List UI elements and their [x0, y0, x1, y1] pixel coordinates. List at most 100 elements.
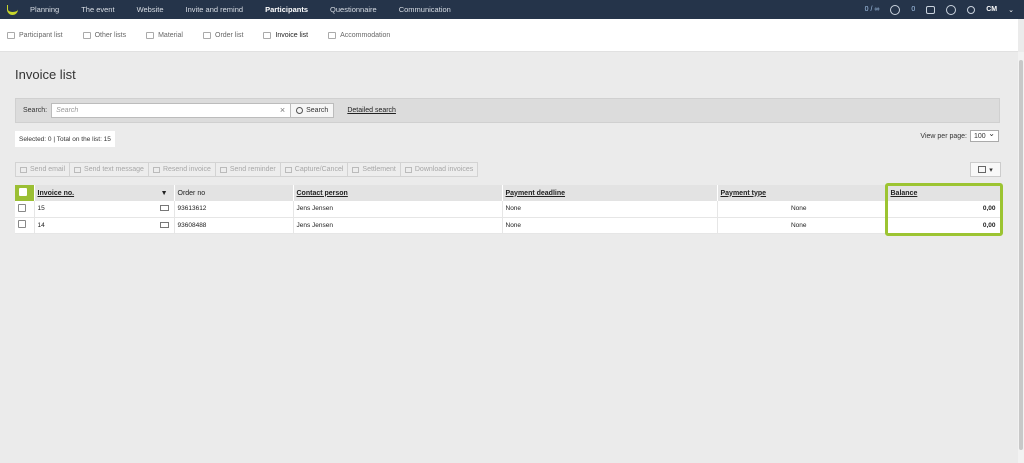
action-label: Send text message	[84, 166, 144, 173]
nav-communication[interactable]: Communication	[399, 5, 451, 14]
nav-website[interactable]: Website	[137, 5, 164, 14]
bed-icon	[328, 31, 337, 39]
subnav-invoice-list[interactable]: Invoice list	[263, 31, 309, 39]
search-icon	[296, 107, 304, 114]
subnav-material[interactable]: Material	[146, 31, 183, 39]
header-payment-type[interactable]: Payment type	[717, 185, 888, 201]
column-chooser-button[interactable]: ▾	[970, 162, 1001, 177]
sub-navigation: Participant list Other lists Material Or…	[0, 19, 1018, 52]
nav-questionnaire[interactable]: Questionnaire	[330, 5, 377, 14]
logo-icon[interactable]	[5, 3, 18, 16]
header-payment-deadline[interactable]: Payment deadline	[502, 185, 718, 201]
chevron-down-icon[interactable]: ⌄	[1008, 6, 1014, 14]
subnav-other-lists[interactable]: Other lists	[82, 31, 127, 39]
action-label: Resend invoice	[162, 166, 211, 173]
users-icon[interactable]	[890, 4, 901, 15]
invoice-no: 15	[37, 205, 45, 213]
message-icon	[74, 166, 82, 173]
search-button[interactable]: Search	[290, 103, 335, 118]
view-per-page: View per page: 100	[920, 129, 999, 142]
balance-highlight	[885, 183, 1003, 236]
document-icon	[152, 166, 160, 173]
action-label: Send email	[30, 166, 66, 173]
subnav-participant-list[interactable]: Participant list	[7, 31, 63, 39]
search-button-label: Search	[306, 107, 329, 114]
payment-type-cell: None	[717, 201, 888, 218]
envelope-icon	[20, 166, 27, 173]
header-order-no: Order no	[174, 185, 294, 201]
list-icon	[82, 31, 91, 39]
envelope-icon[interactable]	[159, 205, 169, 212]
header-invoice-no[interactable]: Invoice no. ▼	[34, 185, 175, 201]
search-icon[interactable]	[967, 5, 976, 14]
sort-desc-icon[interactable]: ▼	[161, 190, 168, 197]
row-select-cell	[15, 201, 35, 218]
invoice-no: 14	[37, 221, 45, 229]
send-text-button[interactable]: Send text message	[69, 162, 149, 177]
capture-cancel-button[interactable]: Capture/Cancel	[279, 162, 349, 177]
subnav-label: Other lists	[94, 31, 127, 39]
row-checkbox[interactable]	[18, 203, 26, 212]
nav-participants[interactable]: Participants	[265, 5, 308, 14]
settlement-button[interactable]: Settlement	[347, 162, 401, 177]
people-icon	[7, 31, 15, 39]
subnav-label: Order list	[215, 31, 244, 39]
search-placeholder: Search	[56, 107, 79, 114]
subnav-label: Invoice list	[275, 31, 309, 39]
resend-invoice-button[interactable]: Resend invoice	[147, 162, 216, 177]
subnav-label: Accommodation	[340, 31, 391, 39]
view-per-page-select[interactable]: 100	[970, 129, 999, 142]
deadline-cell: None	[502, 217, 718, 234]
nav-the-event[interactable]: The event	[81, 5, 114, 14]
bag-icon	[146, 31, 155, 39]
globe-icon[interactable]	[946, 4, 957, 15]
scrollbar-thumb[interactable]	[1019, 60, 1023, 450]
clear-icon[interactable]: ×	[280, 105, 285, 115]
document-icon	[263, 31, 272, 39]
header-label: Invoice no.	[37, 189, 75, 197]
action-toolbar: Send email Send text message Resend invo…	[15, 162, 479, 177]
contact-cell: Jens Jensen	[293, 201, 503, 218]
select-all-checkbox[interactable]	[19, 188, 27, 196]
user-menu[interactable]: CM	[986, 6, 997, 13]
send-reminder-button[interactable]: Send reminder	[214, 162, 281, 177]
envelope-icon[interactable]	[159, 221, 169, 228]
subnav-accommodation[interactable]: Accommodation	[328, 31, 391, 39]
invoice-no-cell[interactable]: 15	[34, 201, 175, 218]
participant-counter: 0 / ∞	[864, 6, 880, 13]
envelope-icon	[219, 166, 227, 173]
document-icon	[404, 166, 412, 173]
detailed-search-link[interactable]: Detailed search	[347, 107, 396, 114]
order-no-cell: 93608488	[174, 217, 294, 234]
clipboard-icon	[203, 31, 211, 39]
subnav-order-list[interactable]: Order list	[203, 31, 244, 39]
card-icon	[284, 166, 292, 173]
action-label: Send reminder	[229, 166, 276, 173]
payment-type-cell: None	[717, 217, 888, 234]
columns-icon	[978, 166, 987, 173]
list-counter: 0	[911, 6, 916, 13]
action-label: Settlement	[362, 166, 396, 173]
download-invoices-button[interactable]: Download invoices	[399, 162, 479, 177]
scrollbar[interactable]	[1018, 52, 1024, 463]
search-bar: Search: Search × Search Detailed search	[15, 98, 1000, 123]
order-no-cell: 93613612	[174, 201, 294, 218]
send-email-button[interactable]: Send email	[15, 162, 71, 177]
refresh-icon	[352, 166, 360, 173]
action-label: Download invoices	[414, 166, 474, 173]
action-label: Capture/Cancel	[294, 166, 344, 173]
search-label: Search:	[23, 107, 48, 114]
contact-cell: Jens Jensen	[293, 217, 503, 234]
table-row[interactable]: 15 93613612 Jens Jensen None None 0,00	[15, 201, 1002, 218]
header-contact-person[interactable]: Contact person	[293, 185, 503, 201]
list-icon[interactable]	[926, 5, 936, 14]
table-row[interactable]: 14 93608488 Jens Jensen None None 0,00	[15, 217, 1002, 234]
view-per-page-label: View per page:	[920, 132, 967, 140]
nav-invite-and-remind[interactable]: Invite and remind	[186, 5, 244, 14]
subnav-label: Participant list	[19, 31, 63, 39]
search-input[interactable]: Search ×	[51, 103, 292, 118]
row-checkbox[interactable]	[18, 220, 26, 228]
invoice-table: Invoice no. ▼ Order no Contact person Pay…	[15, 185, 1002, 234]
nav-planning[interactable]: Planning	[30, 5, 59, 14]
invoice-no-cell[interactable]: 14	[34, 217, 175, 234]
